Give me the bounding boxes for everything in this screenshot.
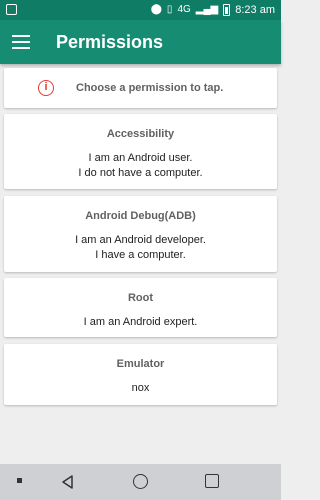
permission-title: Android Debug(ADB) bbox=[85, 210, 196, 222]
permission-description: I am an Android user. I do not have a co… bbox=[78, 152, 203, 179]
permission-card-adb[interactable]: Android Debug(ADB) I am an Android devel… bbox=[4, 196, 277, 272]
recents-icon[interactable] bbox=[205, 474, 219, 488]
app-notification-icon bbox=[6, 4, 17, 15]
location-icon: ⬤ bbox=[150, 4, 162, 15]
permission-card-accessibility[interactable]: Accessibility I am an Android user. I do… bbox=[4, 114, 277, 189]
4g-icon: 4G bbox=[177, 4, 191, 15]
permission-card-root[interactable]: Root I am an Android expert. bbox=[4, 278, 277, 337]
info-icon: i bbox=[38, 80, 54, 96]
permission-title: Emulator bbox=[116, 358, 165, 370]
signal-icon: ▂▄▆ bbox=[195, 4, 219, 15]
permission-title: Accessibility bbox=[106, 128, 175, 140]
info-card: i Choose a permission to tap. bbox=[4, 68, 277, 108]
permission-card-emulator[interactable]: Emulator nox bbox=[4, 344, 277, 405]
nav-dot-icon bbox=[17, 478, 22, 483]
permission-description: I am an Android developer. I have a comp… bbox=[75, 234, 206, 261]
page-title: Permissions bbox=[56, 32, 164, 52]
battery-icon bbox=[223, 4, 231, 16]
vibrate-icon: ▯ bbox=[166, 4, 173, 15]
permission-title: Root bbox=[127, 292, 154, 304]
system-nav-bar bbox=[0, 464, 281, 500]
app-bar: Permissions bbox=[0, 20, 281, 64]
status-bar: ⬤ ▯ 4G ▂▄▆ 8:23 am bbox=[0, 0, 281, 20]
status-time: 8:23 am bbox=[235, 4, 275, 16]
info-text: Choose a permission to tap. bbox=[76, 82, 224, 94]
permission-description: I am an Android expert. bbox=[83, 316, 198, 328]
hamburger-menu-icon[interactable] bbox=[12, 32, 32, 52]
home-icon[interactable] bbox=[133, 474, 148, 489]
status-icons: ⬤ ▯ 4G ▂▄▆ 8:23 am bbox=[151, 3, 275, 17]
back-icon[interactable] bbox=[60, 474, 76, 490]
permission-description: nox bbox=[131, 382, 150, 394]
